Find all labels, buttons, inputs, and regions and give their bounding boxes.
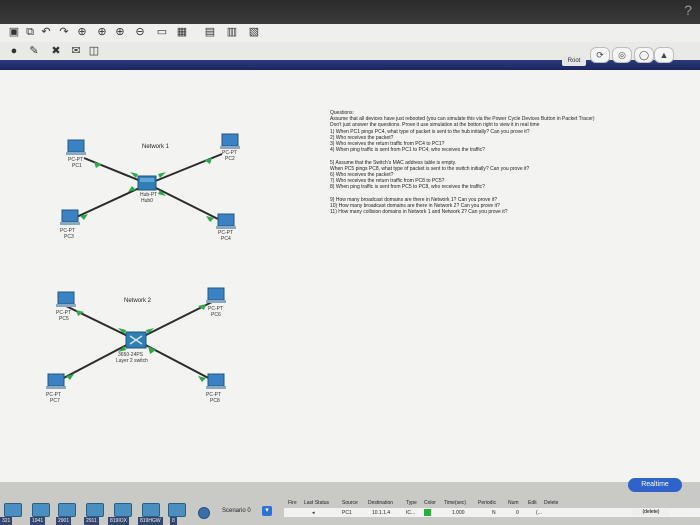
new-file-icon[interactable]: ▣ [8, 26, 20, 38]
col-edit: Edit [528, 500, 537, 506]
device-model-label[interactable]: 8 [170, 517, 177, 525]
pc7-device[interactable] [46, 373, 66, 389]
col-source: Source [342, 500, 358, 506]
pdu-destination: 10.1.1.4 [372, 510, 391, 516]
link-pc4-hub[interactable] [147, 183, 225, 223]
router-thumb[interactable] [58, 503, 76, 517]
col-fire: Fire [288, 500, 297, 506]
inspect-icon[interactable]: ✎ [28, 45, 40, 57]
pdu-num: 0 [516, 510, 519, 516]
scenario-dropdown[interactable]: ▾ [262, 506, 272, 516]
pdu-color-swatch [424, 509, 431, 516]
copy-icon[interactable]: ⧉ [24, 26, 36, 38]
question-line: 11) How many collision domains in Networ… [330, 209, 508, 216]
link-pc8-switch[interactable] [135, 339, 217, 383]
col-periodic: Periodic [478, 500, 497, 506]
col-last-status: Last Status [304, 500, 330, 506]
col-type: Type [406, 500, 417, 506]
ellipse-icon[interactable]: ◯ [634, 47, 654, 63]
router-thumb[interactable] [86, 503, 104, 517]
device-model-label[interactable]: 2911 [84, 517, 99, 525]
switch-name-label: Layer 2 switch [116, 358, 148, 364]
title-bar: ? [0, 0, 700, 24]
device-model-label[interactable]: 2901 [56, 517, 72, 525]
delete-icon[interactable]: ✖ [50, 45, 62, 57]
pdu-edit[interactable]: (... [536, 510, 542, 516]
notes-icon[interactable]: ▤ [204, 26, 216, 38]
col-destination: Destination [368, 500, 394, 506]
pc2-name-label: PC2 [225, 156, 235, 162]
help-icon[interactable]: ? [684, 2, 692, 18]
pc1-name-label: PC1 [72, 163, 82, 169]
redo-icon[interactable]: ↷ [58, 26, 70, 38]
device-model-label[interactable]: 819HGW [138, 517, 163, 525]
delete-pdu-button[interactable]: (delete) [632, 509, 670, 516]
pdu-time: 1.000 [452, 510, 465, 516]
zoom-in-icon[interactable]: ⊕ [96, 26, 108, 38]
pc6-name-label: PC6 [211, 312, 221, 318]
ellipse-icon[interactable]: ▦ [176, 26, 188, 38]
zoom-in-icon[interactable]: ⊕ [76, 26, 88, 38]
list-icon[interactable]: ▥ [226, 26, 238, 38]
pdu-type: IC... [406, 510, 416, 516]
mountain-icon[interactable]: ▲ [654, 47, 674, 63]
hub-name-label: Hub0 [141, 198, 153, 204]
network-1-label: Network 1 [142, 144, 170, 150]
device-model-label[interactable]: 1941 [30, 517, 46, 525]
select-icon[interactable]: ● [8, 45, 20, 57]
col-color: Color [424, 500, 436, 506]
pc4-device[interactable] [216, 213, 236, 229]
logical-workspace[interactable]: Network 1 Network 2 Hub-PT Hub0 3650-24P… [0, 70, 700, 482]
packet-tracer-window: ? ▣ ⧉ ↶ ↷ ⊕ ⊕ ⊕ ⊖ ▭ ▦ ▤ ▥ ▧ ● ✎ ✖ ✉ ◫ Ro… [0, 0, 700, 525]
pc3-name-label: PC3 [64, 234, 74, 240]
rectangle-icon[interactable]: ▭ [156, 26, 168, 38]
realtime-mode-button[interactable]: Realtime [628, 478, 682, 492]
note-icon[interactable]: ◫ [88, 45, 100, 57]
link-pc3-hub[interactable] [69, 183, 149, 221]
pc7-name-label: PC7 [50, 398, 60, 404]
scenario-icon[interactable] [198, 507, 210, 519]
router-thumb[interactable] [32, 503, 50, 517]
pc8-device[interactable] [206, 373, 226, 389]
pc1-device[interactable] [66, 139, 86, 155]
pc2-device[interactable] [220, 133, 240, 149]
pc4-name-label: PC4 [221, 236, 231, 242]
pc6-device[interactable] [206, 287, 226, 303]
col-delete: Delete [544, 500, 559, 506]
cycle-icon[interactable]: ⟳ [590, 47, 610, 63]
undo-icon[interactable]: ↶ [40, 26, 52, 38]
router-thumb[interactable] [4, 503, 22, 517]
pdu-fire-indicator[interactable]: ◂ [312, 510, 315, 516]
device-model-label[interactable]: 819IOX [108, 517, 129, 525]
clock-readout: 10:44 [674, 56, 690, 62]
pc5-device[interactable] [56, 291, 76, 307]
scenario-label: Scenario 0 [222, 508, 251, 514]
globe-icon[interactable]: ◎ [612, 47, 632, 63]
zoom-reset-icon[interactable]: ⊕ [114, 26, 126, 38]
zoom-out-icon[interactable]: ⊖ [134, 26, 146, 38]
col-num: Num [508, 500, 519, 506]
network-2-label: Network 2 [124, 298, 152, 304]
image-icon[interactable]: ▧ [248, 26, 260, 38]
questions-note[interactable]: Questions: Assume that all devices have … [330, 110, 690, 215]
switch-device[interactable] [125, 331, 147, 349]
router-thumb[interactable] [114, 503, 132, 517]
col-time: Time(sec) [444, 500, 467, 506]
router-thumb[interactable] [168, 503, 186, 517]
root-label[interactable]: Root [562, 56, 586, 66]
pdu-list-table: Fire Last Status Source Destination Type… [284, 498, 700, 525]
hub0-device[interactable] [137, 175, 157, 191]
device-model-label[interactable]: 321 [0, 517, 13, 525]
pdu-source: PC1 [342, 510, 352, 516]
router-thumb[interactable] [142, 503, 160, 517]
mail-icon[interactable]: ✉ [70, 45, 82, 57]
pdu-periodic: N [492, 510, 496, 516]
pc8-name-label: PC8 [210, 398, 220, 404]
pc5-name-label: PC5 [59, 316, 69, 322]
pc3-device[interactable] [60, 209, 80, 225]
